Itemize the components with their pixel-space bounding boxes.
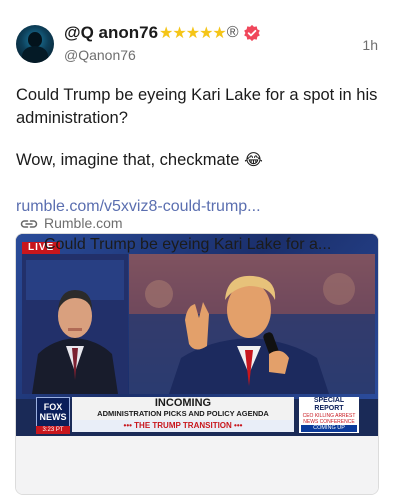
special-report-sub: CEO KILLING ARREST NEWS CONFERENCE xyxy=(302,413,356,425)
card-domain: Rumble.com xyxy=(44,215,123,231)
post-timestamp: 1h xyxy=(362,37,378,53)
post-text-line2: Wow, imagine that, checkmate xyxy=(16,151,240,169)
link-preview-card[interactable]: LIVE FOX NEWS 3:23 PT INCOMING ADMINISTR… xyxy=(15,233,379,495)
post-text-line2-row: Wow, imagine that, checkmate 😂 xyxy=(16,150,263,170)
special-report-coming: COMING UP xyxy=(301,425,357,432)
special-report-box: SPECIAL REPORT CEO KILLING ARREST NEWS C… xyxy=(299,397,359,433)
star-emojis: ★★★★★ xyxy=(159,25,227,42)
video-thumbnail[interactable]: LIVE FOX NEWS 3:23 PT INCOMING ADMINISTR… xyxy=(16,234,378,436)
author-handle[interactable]: @Qanon76 xyxy=(64,47,136,63)
broadcast-time: 3:23 PT xyxy=(36,426,70,434)
card-title[interactable]: Could Trump be eyeing Kari Lake for a... xyxy=(44,236,356,254)
anchor-panel xyxy=(22,254,128,394)
post-link[interactable]: rumble.com/v5xviz8-could-trump... xyxy=(16,198,261,216)
link-icon xyxy=(20,220,38,228)
chyron-ticker: ••• THE TRUMP TRANSITION ••• xyxy=(72,420,294,432)
registered-mark: ® xyxy=(226,24,239,41)
display-name[interactable]: @Q anon76 xyxy=(64,23,158,43)
card-footer xyxy=(16,436,378,494)
author-row: @Q anon76 ★★★★★ ® xyxy=(64,22,261,44)
chyron-headline: INCOMING xyxy=(154,397,212,409)
verified-badge-icon xyxy=(243,24,260,42)
post: @Q anon76 ★★★★★ ® @Qanon76 1h Could Trum… xyxy=(0,0,396,500)
avatar[interactable] xyxy=(16,25,54,63)
avatar-head xyxy=(28,32,42,47)
post-text-line1: Could Trump be eyeing Kari Lake for a sp… xyxy=(16,86,378,127)
laughing-emoji-icon: 😂 xyxy=(244,152,263,169)
special-report-title: SPECIAL REPORT xyxy=(313,397,345,412)
speaker-figure xyxy=(129,254,375,394)
speaker-panel xyxy=(129,254,375,394)
anchor-figure xyxy=(22,254,128,394)
avatar-shoulders xyxy=(22,46,48,63)
fox-news-logo: FOX NEWS xyxy=(36,397,70,427)
chyron-subhead: ADMINISTRATION PICKS AND POLICY AGENDA xyxy=(97,409,269,418)
post-body: Could Trump be eyeing Kari Lake for a sp… xyxy=(16,84,386,130)
